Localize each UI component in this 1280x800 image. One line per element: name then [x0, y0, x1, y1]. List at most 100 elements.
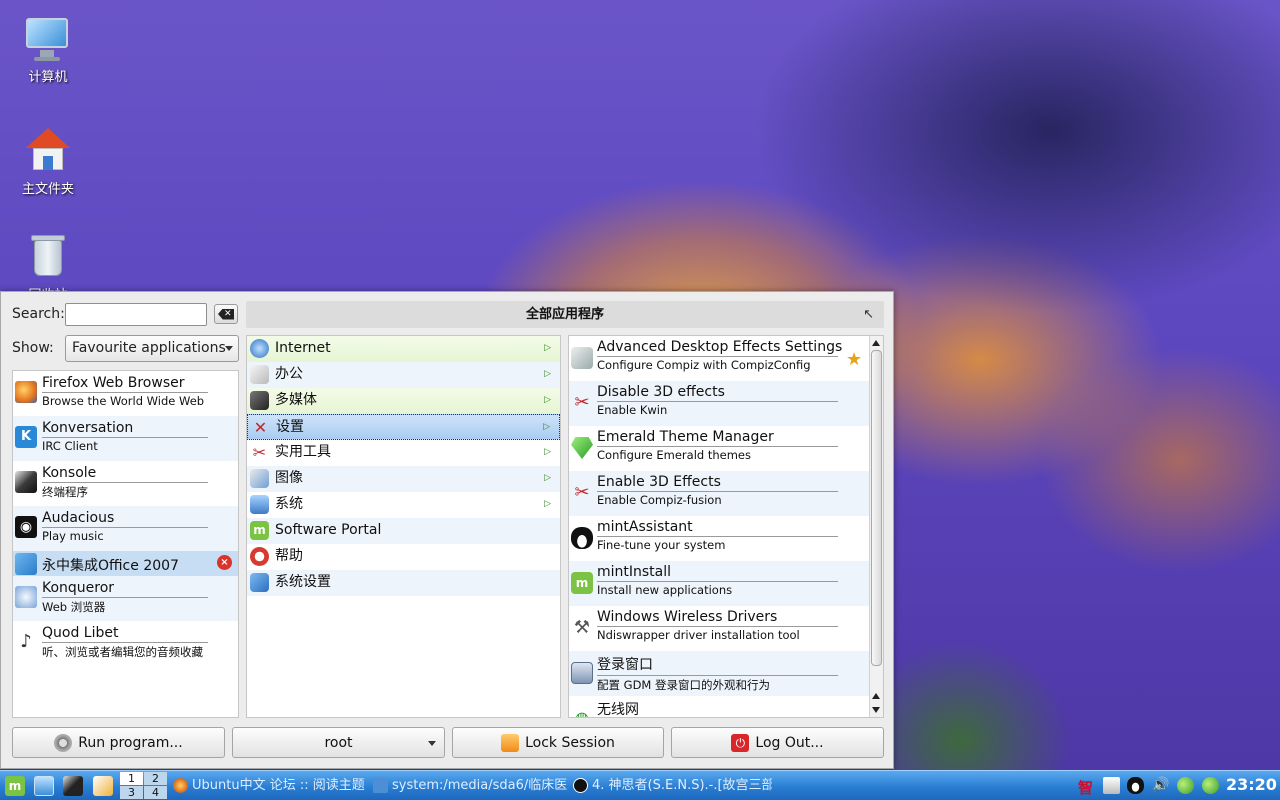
category-label: 办公 [275, 366, 303, 382]
app-item-disable-3d[interactable]: ✂ Disable 3D effects Enable Kwin [569, 381, 883, 426]
app-name: mintAssistant [597, 519, 693, 535]
file-manager-icon[interactable] [93, 776, 113, 796]
music-note-icon: ♪ [20, 631, 32, 652]
app-description: Enable Compiz-fusion [597, 491, 838, 507]
task-konqueror[interactable]: system:/media/sda6/临床医 [372, 775, 567, 797]
run-program-button[interactable]: Run program... [12, 727, 225, 758]
submenu-arrow-icon: ▷ [544, 499, 551, 509]
submenu-arrow-icon: ▷ [544, 473, 551, 483]
pager-desktop-2[interactable]: 2 [144, 772, 167, 785]
category-graphics[interactable]: 图像 ▷ [247, 466, 560, 492]
pager-desktop-3[interactable]: 3 [120, 786, 143, 799]
app-name: 无线网 [597, 702, 639, 718]
pager-desktop-4[interactable]: 4 [144, 786, 167, 799]
help-lifebuoy-icon [250, 547, 269, 566]
app-description: Play music [42, 527, 208, 543]
app-item-compiz-settings[interactable]: Advanced Desktop Effects Settings Config… [569, 336, 883, 381]
favourite-item-quodlibet[interactable]: ♪ Quod Libet 听、浏览或者编辑您的音频收藏 [13, 621, 238, 666]
terminal-icon[interactable] [63, 776, 83, 796]
desktop-icon-computer[interactable]: 计算机 [8, 14, 88, 85]
login-window-icon [571, 662, 593, 684]
favourite-star-icon[interactable]: ★ [846, 349, 862, 370]
favourite-item-konsole[interactable]: Konsole 终端程序 [13, 461, 238, 506]
clock[interactable]: 23:20 [1226, 775, 1277, 794]
update-icon[interactable] [1202, 777, 1219, 794]
category-label: Software Portal [275, 522, 382, 538]
tux-icon[interactable] [1127, 777, 1144, 794]
scroll-up-arrow-icon[interactable] [872, 340, 880, 346]
desktop-icon-label: 计算机 [28, 70, 68, 85]
pager-desktop-1[interactable]: 1 [120, 772, 143, 785]
lock-icon [501, 733, 520, 752]
mint-menu-icon[interactable]: m [5, 776, 25, 796]
clear-search-button[interactable]: ✕ [214, 304, 238, 324]
app-description: Fine-tune your system [597, 536, 838, 552]
gear-icon [54, 733, 73, 752]
category-header-title: 全部应用程序 [525, 307, 604, 322]
log-out-button[interactable]: ⏻ Log Out... [671, 727, 884, 758]
user-dropdown[interactable]: root [232, 727, 445, 758]
favourite-item-konqueror[interactable]: Konqueror Web 浏览器 [13, 576, 238, 621]
computer-icon [24, 14, 72, 62]
category-internet[interactable]: Internet ▷ [247, 336, 560, 362]
app-item-mintassistant[interactable]: mintAssistant Fine-tune your system [569, 516, 883, 561]
category-office[interactable]: 办公 ▷ [247, 362, 560, 388]
app-description: Configure Emerald themes [597, 446, 838, 462]
app-name: Advanced Desktop Effects Settings [597, 339, 843, 355]
task-audacious[interactable]: 4. 神思者(S.E.N.S).-.[故宫三部 [572, 775, 772, 797]
folder-icon [373, 778, 388, 793]
collapse-arrow-icon[interactable]: ↖ [863, 301, 874, 328]
favourite-item-audacious[interactable]: ◉ Audacious Play music [13, 506, 238, 551]
scrollbar-thumb[interactable] [871, 350, 882, 666]
favourite-item-konversation[interactable]: K Konversation IRC Client [13, 416, 238, 461]
app-item-emerald[interactable]: Emerald Theme Manager Configure Emerald … [569, 426, 883, 471]
show-label: Show: [12, 340, 54, 356]
graphics-icon [250, 469, 269, 488]
category-software-portal[interactable]: m Software Portal [247, 518, 560, 544]
app-name: 永中集成Office 2007 [42, 558, 179, 574]
emerald-gem-icon [571, 437, 593, 459]
wifi-icon: ◍ [575, 708, 589, 718]
category-label: 系统设置 [275, 574, 331, 590]
volume-icon[interactable]: 🔊 [1152, 777, 1169, 794]
favourite-item-eioffice[interactable]: 永中集成Office 2007 × [13, 551, 238, 576]
app-name: mintInstall [597, 564, 672, 580]
desktop-icon-label: 主文件夹 [21, 182, 74, 197]
app-item-wireless-drivers[interactable]: ⚒ Windows Wireless Drivers Ndiswrapper d… [569, 606, 883, 651]
submenu-arrow-icon: ▷ [543, 422, 550, 432]
app-name: Konsole [42, 465, 97, 481]
remove-favourite-icon[interactable]: × [217, 555, 232, 570]
desktop-icon-home[interactable]: 主文件夹 [8, 126, 88, 197]
search-input[interactable] [65, 303, 207, 326]
submenu-arrow-icon: ▷ [544, 395, 551, 405]
lock-session-button[interactable]: Lock Session [452, 727, 664, 758]
input-method-icon[interactable]: 智 [1078, 777, 1095, 797]
category-system[interactable]: 系统 ▷ [247, 492, 560, 518]
app-item-wireless[interactable]: ◍ 无线网 [569, 696, 883, 718]
category-help[interactable]: 帮助 [247, 544, 560, 570]
wrench-icon: ⚒ [573, 617, 591, 638]
search-label: Search: [12, 306, 65, 322]
task-label: system:/media/sda6/临床医 [392, 778, 567, 793]
app-item-mintinstall[interactable]: m mintInstall Install new applications [569, 561, 883, 606]
category-system-settings[interactable]: 系统设置 [247, 570, 560, 596]
category-multimedia[interactable]: 多媒体 ▷ [247, 388, 560, 414]
favourite-item-firefox[interactable]: Firefox Web Browser Browse the World Wid… [13, 371, 238, 416]
clipboard-icon[interactable] [1103, 777, 1120, 794]
show-desktop-icon[interactable] [34, 776, 54, 796]
app-name: Audacious [42, 510, 115, 526]
scroll-down-arrow-icon[interactable] [872, 707, 880, 713]
scroll-up-arrow-icon[interactable] [872, 693, 880, 699]
app-item-enable-3d[interactable]: ✂ Enable 3D Effects Enable Compiz-fusion [569, 471, 883, 516]
network-icon[interactable] [1177, 777, 1194, 794]
show-dropdown[interactable]: Favourite applications [65, 335, 239, 362]
chevron-down-icon [225, 346, 233, 351]
app-description: Web 浏览器 [42, 597, 208, 615]
task-firefox[interactable]: Ubuntu中文 论坛 :: 阅读主题 [172, 775, 367, 797]
firefox-icon [15, 381, 37, 403]
app-list-scrollbar[interactable] [869, 336, 883, 717]
category-utilities[interactable]: ✂ 实用工具 ▷ [247, 440, 560, 466]
app-item-login-window[interactable]: 登录窗口 配置 GDM 登录窗口的外观和行为 [569, 651, 883, 696]
category-settings[interactable]: ✕ 设置 ▷ [247, 414, 560, 440]
scissors-icon: ✂ [574, 392, 590, 413]
